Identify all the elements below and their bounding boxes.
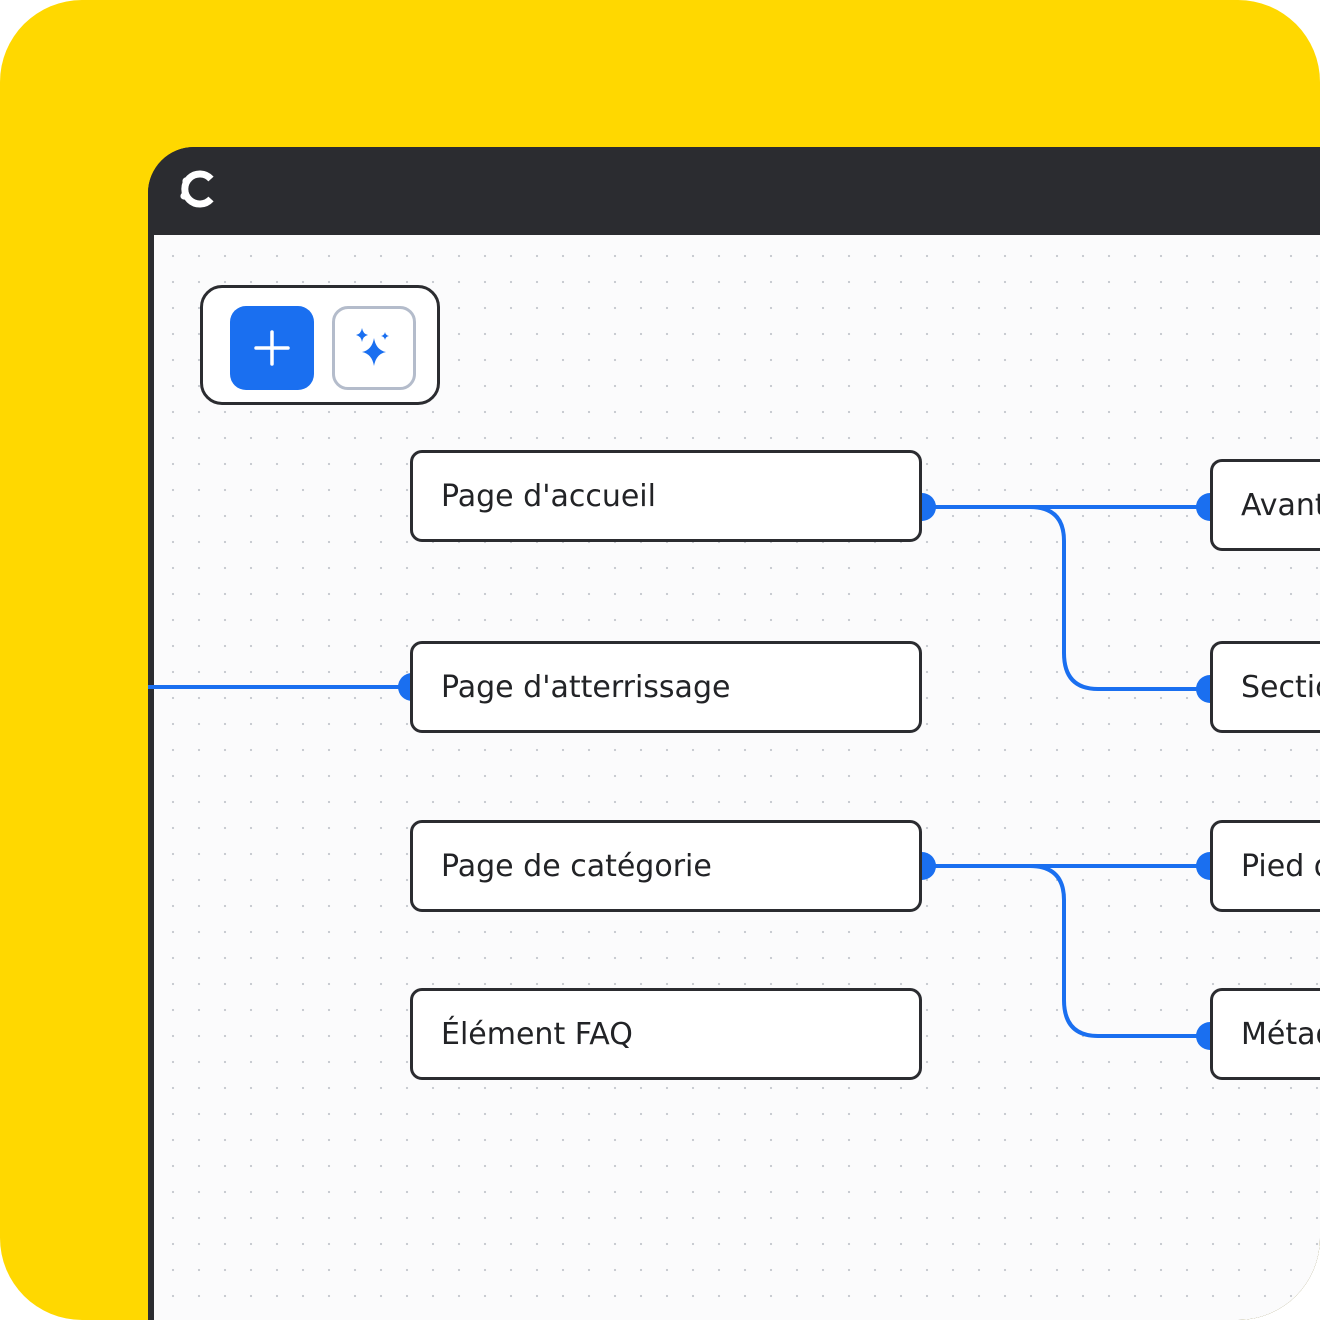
title-bar [148,147,1320,235]
node-label: Pied d [1241,848,1320,884]
node-element-faq[interactable]: Élément FAQ [410,988,922,1080]
node-page-atterrissage[interactable]: Page d'atterrissage [410,641,922,733]
plus-icon [254,330,290,366]
node-label: Page d'accueil [441,478,656,514]
connector-accueil-section [1029,505,1210,691]
node-pied[interactable]: Pied d [1210,820,1320,912]
connector-categorie-metad [1029,864,1210,1038]
node-page-categorie[interactable]: Page de catégorie [410,820,922,912]
node-label: Avant [1241,487,1320,523]
canvas-toolbar [200,285,440,405]
node-page-accueil[interactable]: Page d'accueil [410,450,922,542]
node-label: Élément FAQ [441,1016,633,1052]
app-logo-icon [180,170,214,208]
ai-generate-button[interactable] [332,306,416,390]
node-label: Métad [1241,1016,1320,1052]
node-avant[interactable]: Avant [1210,459,1320,551]
yellow-background: Page d'accueil Page d'atterrissage Page … [0,0,1320,1320]
node-metadonnees[interactable]: Métad [1210,988,1320,1080]
node-section[interactable]: Sectio [1210,641,1320,733]
node-label: Page de catégorie [441,848,712,884]
add-node-button[interactable] [230,306,314,390]
sparkles-icon [356,328,389,366]
node-label: Sectio [1241,669,1320,705]
diagram-canvas[interactable]: Page d'accueil Page d'atterrissage Page … [148,235,1320,1320]
app-window: Page d'accueil Page d'atterrissage Page … [148,147,1320,1320]
node-label: Page d'atterrissage [441,669,731,705]
